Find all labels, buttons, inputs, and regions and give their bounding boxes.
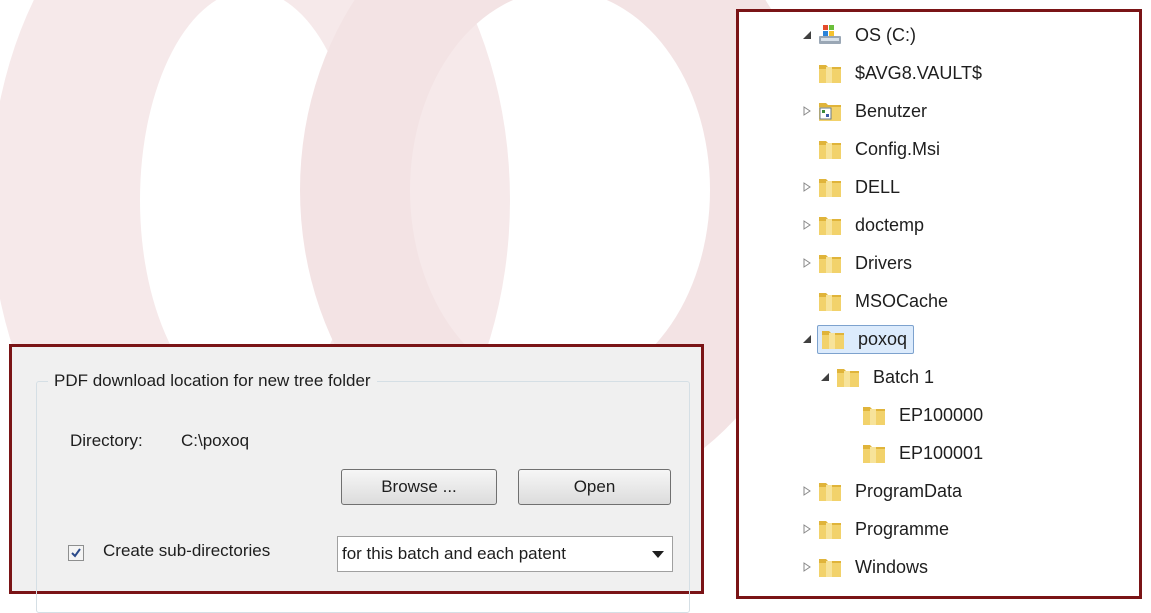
- tree-item-label: poxoq: [858, 328, 908, 349]
- windows-drive-icon: [819, 25, 841, 44]
- tree-item-label: MSOCache: [855, 290, 949, 311]
- download-location-panel: PDF download location for new tree folde…: [9, 344, 704, 613]
- tree-item-label: Config.Msi: [855, 138, 941, 159]
- tree-item-content[interactable]: Windows: [817, 555, 932, 580]
- collapse-arrow-icon[interactable]: [819, 371, 831, 383]
- tree-item[interactable]: Benutzer: [801, 94, 931, 128]
- tree-item-content[interactable]: Drivers: [817, 251, 916, 276]
- directory-label: Directory:: [70, 431, 143, 450]
- tree-item-label: OS (C:): [855, 24, 916, 45]
- open-button[interactable]: Open: [518, 469, 671, 505]
- collapse-arrow-icon[interactable]: [801, 29, 813, 41]
- tree-item[interactable]: EP100000: [845, 398, 987, 432]
- folder-icon: [819, 255, 841, 273]
- folder-icon: [863, 445, 885, 463]
- user-folder-icon: [819, 103, 841, 121]
- tree-item[interactable]: ProgramData: [801, 474, 966, 508]
- tree-item-content[interactable]: Config.Msi: [817, 137, 944, 162]
- folder-icon: [819, 179, 841, 197]
- tree-item-label: ProgramData: [855, 480, 963, 501]
- folder-tree-panel: OS (C:) $AVG8.VAULT$ Benutzer Config.Msi…: [736, 9, 1142, 599]
- folder-icon: [819, 483, 841, 501]
- tree-item[interactable]: doctemp: [801, 208, 928, 242]
- tree-item[interactable]: poxoq: [801, 322, 915, 356]
- group-title: PDF download location for new tree folde…: [48, 371, 377, 391]
- tree-item-content[interactable]: ProgramData: [817, 479, 966, 504]
- browse-button[interactable]: Browse ...: [341, 469, 497, 505]
- tree-item-content[interactable]: EP100000: [861, 403, 987, 428]
- tree-item-label: Drivers: [855, 252, 912, 273]
- tree-item-label: EP100000: [899, 404, 984, 425]
- expand-arrow-icon[interactable]: [801, 105, 813, 117]
- chevron-down-icon[interactable]: [652, 551, 664, 558]
- tree-item[interactable]: MSOCache: [801, 284, 952, 318]
- tree-item-content[interactable]: EP100001: [861, 441, 987, 466]
- tree-item[interactable]: $AVG8.VAULT$: [801, 56, 986, 90]
- expand-arrow-icon[interactable]: [801, 219, 813, 231]
- tree-item-label: doctemp: [855, 214, 925, 235]
- tree-item-content[interactable]: $AVG8.VAULT$: [817, 61, 986, 86]
- tree-item-label: Batch 1: [873, 366, 935, 387]
- folder-icon: [822, 331, 844, 349]
- tree-item-label: DELL: [855, 176, 901, 197]
- expand-arrow-icon[interactable]: [801, 257, 813, 269]
- expand-arrow-icon[interactable]: [801, 561, 813, 573]
- tree-item-content[interactable]: DELL: [817, 175, 904, 200]
- folder-icon: [863, 407, 885, 425]
- folder-icon: [819, 293, 841, 311]
- folder-icon: [819, 521, 841, 539]
- subdirectory-mode-value: for this batch and each patent: [342, 544, 566, 563]
- tree-item[interactable]: DELL: [801, 170, 904, 204]
- tree-item-label: Benutzer: [855, 100, 928, 121]
- tree-item-content[interactable]: Benutzer: [817, 99, 931, 124]
- folder-icon: [819, 217, 841, 235]
- tree-item-content[interactable]: Programme: [817, 517, 953, 542]
- tree-item-label: EP100001: [899, 442, 984, 463]
- expand-arrow-icon[interactable]: [801, 523, 813, 535]
- subdirectory-mode-select[interactable]: for this batch and each patent: [337, 536, 673, 572]
- folder-icon: [819, 559, 841, 577]
- folder-icon: [837, 369, 859, 387]
- tree-item-content[interactable]: poxoq: [817, 324, 915, 354]
- folder-icon: [819, 65, 841, 83]
- folder-icon: [819, 141, 841, 159]
- tree-item[interactable]: EP100001: [845, 436, 987, 470]
- create-subdirectories-checkbox[interactable]: [68, 545, 84, 561]
- tree-item[interactable]: Config.Msi: [801, 132, 944, 166]
- tree-root-drive[interactable]: OS (C:): [801, 18, 920, 52]
- tree-item-label: $AVG8.VAULT$: [855, 62, 983, 83]
- expand-arrow-icon[interactable]: [801, 485, 813, 497]
- collapse-arrow-icon[interactable]: [801, 333, 813, 345]
- checkmark-icon: [71, 548, 81, 558]
- tree-item[interactable]: Drivers: [801, 246, 916, 280]
- directory-value: C:\poxoq: [181, 431, 250, 450]
- tree-item-label: Programme: [855, 518, 950, 539]
- tree-item-content[interactable]: doctemp: [817, 213, 928, 238]
- tree-item-content[interactable]: Batch 1: [835, 365, 938, 390]
- tree-item-content[interactable]: MSOCache: [817, 289, 952, 314]
- expand-arrow-icon[interactable]: [801, 181, 813, 193]
- tree-item[interactable]: Programme: [801, 512, 953, 546]
- tree-item-label: Windows: [855, 556, 929, 577]
- tree-item[interactable]: Batch 1: [819, 360, 938, 394]
- tree-item[interactable]: Windows: [801, 550, 932, 584]
- create-subdirectories-label[interactable]: Create sub-directories: [103, 541, 270, 561]
